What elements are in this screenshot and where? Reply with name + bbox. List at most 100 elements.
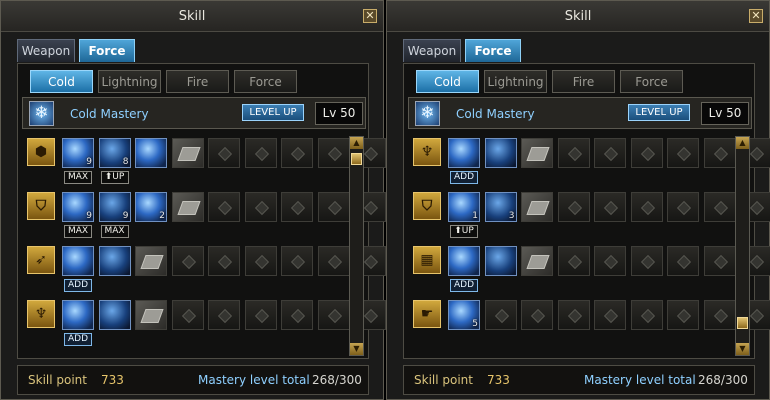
locked-skill-icon[interactable]	[521, 246, 553, 276]
mastery-level: Lv 50	[315, 102, 363, 125]
tab-force[interactable]: Force	[465, 39, 521, 62]
skill-slot-icon[interactable]	[448, 246, 480, 276]
empty-skill-slot	[630, 138, 663, 168]
skill-slot-icon[interactable]	[448, 138, 480, 168]
locked-skill-icon[interactable]	[521, 138, 553, 168]
empty-skill-slot	[317, 138, 350, 168]
skill-slot-icon[interactable]	[135, 138, 167, 168]
empty-skill-slot	[594, 246, 626, 276]
hand-icon: ☛	[413, 300, 441, 328]
subtab-force[interactable]: Force	[620, 70, 683, 93]
level-up-button[interactable]: LEVEL UP	[628, 104, 690, 121]
skill-slot-icon[interactable]	[484, 138, 517, 168]
locked-skill-icon[interactable]	[521, 192, 553, 222]
empty-skill-slot	[281, 138, 313, 168]
empty-skill-slot	[244, 138, 277, 168]
locked-skill-icon[interactable]	[135, 246, 167, 276]
skill-slot-icon[interactable]	[484, 246, 517, 276]
empty-skill-slot	[317, 246, 350, 276]
tab-weapon[interactable]: Weapon	[17, 39, 75, 62]
skill-window-left: Skill ✕ Weapon Force Cold Lightning Fire…	[0, 0, 386, 400]
skill-level-badge: 8	[122, 157, 129, 167]
empty-skill-slot	[667, 192, 699, 222]
add-skill-button[interactable]: ADD	[64, 333, 92, 346]
skill-window-right: Skill ✕ Weapon Force Cold Lightning Fire…	[386, 0, 770, 400]
skill-slot-icon[interactable]: 9	[62, 138, 94, 168]
comet-icon: ➶	[27, 246, 55, 274]
empty-skill-slot	[703, 192, 736, 222]
subtab-lightning[interactable]: Lightning	[484, 70, 547, 93]
skill-slot-icon[interactable]: 2	[135, 192, 167, 222]
empty-skill-slot	[281, 192, 313, 222]
empty-skill-slot	[281, 300, 313, 330]
skill-panel: Cold Lightning Fire Force ❄ Cold Mastery…	[403, 63, 770, 359]
empty-skill-slot	[630, 192, 663, 222]
skill-slot-icon[interactable]: 9	[98, 192, 131, 222]
tab-weapon[interactable]: Weapon	[403, 39, 461, 62]
empty-skill-slot	[630, 300, 663, 330]
subtab-force[interactable]: Force	[234, 70, 297, 93]
scroll-down-icon[interactable]: ▼	[736, 343, 749, 355]
snowflake-icon: ❄	[415, 101, 440, 126]
empty-skill-slot	[171, 300, 204, 330]
empty-skill-slot	[208, 246, 240, 276]
empty-skill-slot	[557, 138, 590, 168]
close-icon[interactable]: ✕	[749, 9, 763, 23]
skill-point-value: 733	[101, 373, 124, 387]
tab-force[interactable]: Force	[79, 39, 135, 62]
mastery-bar: ❄ Cold Mastery LEVEL UP Lv 50	[22, 97, 366, 129]
empty-skill-slot	[317, 192, 350, 222]
empty-skill-slot	[703, 138, 736, 168]
scrollbar[interactable]: ▲ ▼	[349, 136, 364, 356]
empty-skill-slot	[630, 246, 663, 276]
skill-point-value: 733	[487, 373, 510, 387]
skill-slot-icon[interactable]: 5	[448, 300, 480, 330]
skill-up-button[interactable]: ⬆UP	[100, 171, 129, 184]
subtab-fire[interactable]: Fire	[166, 70, 229, 93]
subtab-lightning[interactable]: Lightning	[98, 70, 161, 93]
level-up-button[interactable]: LEVEL UP	[242, 104, 304, 121]
scroll-up-icon[interactable]: ▲	[736, 137, 749, 149]
locked-skill-icon[interactable]	[171, 192, 204, 222]
scrollbar[interactable]: ▲ ▼	[735, 136, 750, 356]
figure-icon: ♆	[27, 300, 55, 328]
skill-up-button[interactable]: ⬆UP	[450, 225, 478, 238]
add-skill-button[interactable]: ADD	[450, 171, 478, 184]
skill-slot-icon[interactable]: 1	[448, 192, 480, 222]
add-skill-button[interactable]: ADD	[64, 279, 92, 292]
subtab-cold[interactable]: Cold	[416, 70, 479, 93]
skill-slot-icon[interactable]: 8	[98, 138, 131, 168]
skill-slot-icon[interactable]: 9	[62, 192, 94, 222]
mastery-name: Cold Mastery	[70, 107, 149, 121]
empty-skill-slot	[667, 300, 699, 330]
empty-skill-slot	[208, 138, 240, 168]
sand-icon: ▦	[413, 246, 441, 274]
skill-slot-icon[interactable]	[62, 246, 94, 276]
scroll-thumb[interactable]	[351, 153, 362, 165]
empty-skill-slot	[208, 300, 240, 330]
skill-slot-icon[interactable]	[62, 300, 94, 330]
subtab-fire[interactable]: Fire	[552, 70, 615, 93]
scroll-down-icon[interactable]: ▼	[350, 343, 363, 355]
subtab-cold[interactable]: Cold	[30, 70, 93, 93]
locked-skill-icon[interactable]	[171, 138, 204, 168]
empty-skill-slot	[244, 192, 277, 222]
figure-icon: ♆	[413, 138, 441, 166]
max-skill-badge: MAX	[100, 225, 129, 238]
empty-skill-slot	[317, 300, 350, 330]
mastery-total-label: Mastery level total	[198, 373, 310, 387]
skill-slot-icon[interactable]	[98, 246, 131, 276]
close-icon[interactable]: ✕	[363, 9, 377, 23]
empty-skill-slot	[171, 246, 204, 276]
skill-slot-icon[interactable]	[98, 300, 131, 330]
mastery-total-value: 268/300	[312, 373, 362, 387]
add-skill-button[interactable]: ADD	[450, 279, 478, 292]
scroll-up-icon[interactable]: ▲	[350, 137, 363, 149]
skill-slot-icon[interactable]: 3	[484, 192, 517, 222]
empty-skill-slot	[244, 246, 277, 276]
scroll-thumb[interactable]	[737, 317, 748, 329]
empty-skill-slot	[281, 246, 313, 276]
locked-skill-icon[interactable]	[135, 300, 167, 330]
empty-skill-slot	[703, 246, 736, 276]
empty-skill-slot	[557, 192, 590, 222]
